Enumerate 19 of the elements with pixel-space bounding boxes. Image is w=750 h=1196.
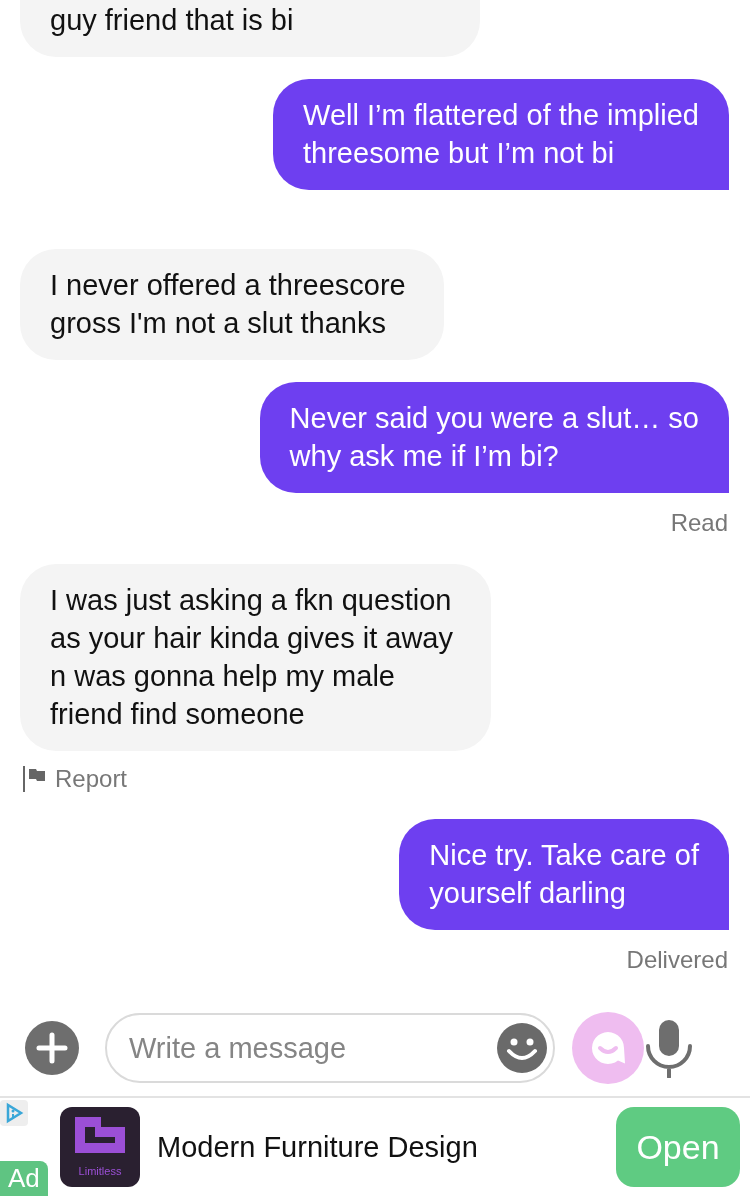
- message-bubble: Never said you were a slut… so why ask me if I’m bi?: [259, 382, 729, 493]
- logo-text: Limitless: [78, 1165, 122, 1177]
- flag-icon: [23, 766, 47, 792]
- microphone-icon[interactable]: [644, 1018, 694, 1078]
- message-bubble: Nice try. Take care of yourself darling: [399, 819, 729, 930]
- message-status: Delivered: [626, 947, 729, 973]
- open-button[interactable]: Open: [616, 1107, 740, 1187]
- report-link[interactable]: Report: [20, 766, 128, 792]
- message-bubble: I was just asking a fkn question as your hair kinda gives it away n was gonna help my male friend find someone: [20, 564, 491, 751]
- emoji-icon[interactable]: [497, 1023, 547, 1073]
- ad-title: Modern Furniture Design: [157, 1130, 479, 1164]
- ad-badge: Ad: [0, 1161, 48, 1196]
- message-input-field[interactable]: Write a message: [105, 1013, 555, 1083]
- message-status: Read: [670, 510, 729, 536]
- message-bubble: I never offered a threescore gross I'm not a slut thanks: [20, 249, 444, 360]
- app-logo[interactable]: Limitless: [60, 1107, 140, 1187]
- message-bubble: guy friend that is bi: [20, 0, 480, 57]
- add-icon[interactable]: [25, 1021, 79, 1075]
- message-bubble: Well I’m flattered of the implied threesome but I’m not bi: [273, 79, 729, 190]
